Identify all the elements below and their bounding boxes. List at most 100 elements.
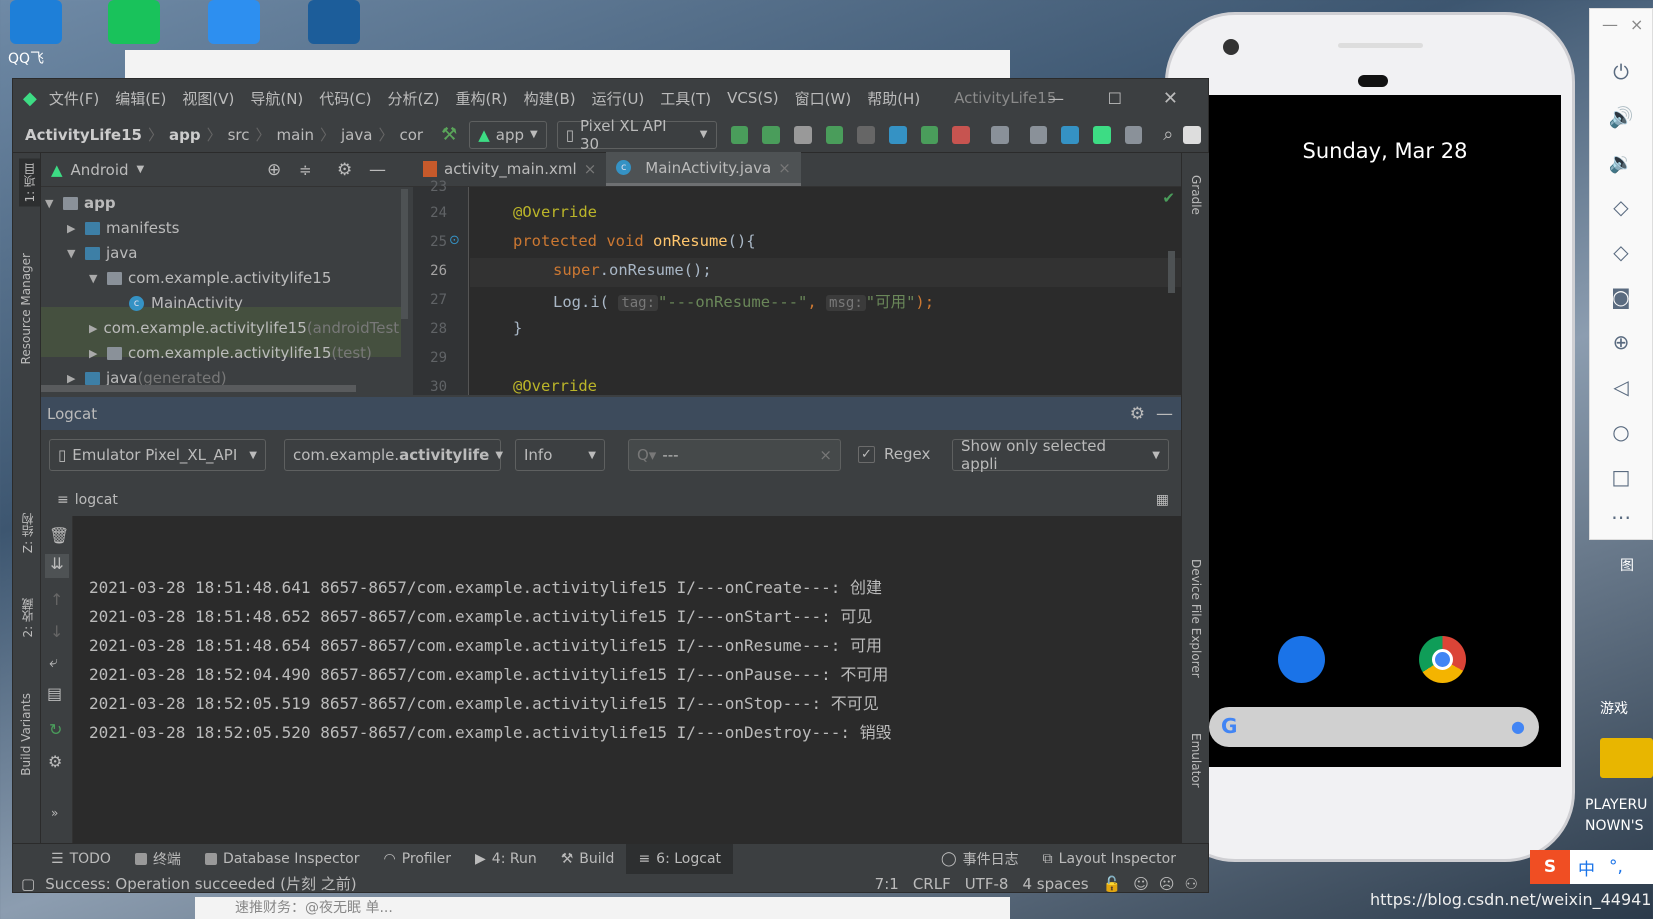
- stripe-gradle[interactable]: Gradle: [1189, 175, 1203, 215]
- trash-icon[interactable]: 🗑: [49, 526, 69, 545]
- minimize-button[interactable]: —: [1602, 15, 1618, 34]
- power-icon[interactable]: ⏻: [1608, 59, 1634, 85]
- indent-setting[interactable]: 4 spaces: [1022, 875, 1088, 893]
- up-icon[interactable]: ↑: [50, 590, 63, 609]
- menu-help[interactable]: 帮助(H): [867, 88, 920, 109]
- pubg-icon[interactable]: [1600, 738, 1653, 778]
- soft-wrap-icon[interactable]: ⤶: [49, 652, 58, 672]
- stripe-device-file-explorer[interactable]: Device File Explorer: [1189, 559, 1203, 678]
- editor-scrollbar[interactable]: [1168, 251, 1175, 293]
- print-icon[interactable]: ▤: [47, 684, 62, 703]
- sdk-manager-icon[interactable]: [1061, 125, 1079, 144]
- tree-item-package-androidtest[interactable]: ▶ com.example.activitylife15 (androidTest…: [89, 316, 399, 340]
- menu-window[interactable]: 窗口(W): [795, 88, 852, 109]
- breadcrumb-java[interactable]: java: [341, 126, 372, 144]
- project-view-select[interactable]: Android: [71, 161, 129, 179]
- menu-view[interactable]: 视图(V): [182, 88, 234, 109]
- line-separator[interactable]: CRLF: [913, 875, 951, 893]
- close-button[interactable]: ×: [1630, 15, 1643, 34]
- ime-mode[interactable]: 中: [1578, 855, 1595, 880]
- user-icon[interactable]: [1183, 125, 1201, 144]
- resource-icon[interactable]: [1124, 125, 1143, 144]
- menu-edit[interactable]: 编辑(E): [115, 88, 166, 109]
- sync-icon[interactable]: [793, 125, 812, 144]
- restart-icon[interactable]: ↻: [49, 720, 62, 739]
- tool-event-log[interactable]: ◯ 事件日志: [929, 844, 1031, 874]
- tree-item-app[interactable]: ▼ app: [45, 191, 116, 215]
- inspector-icon[interactable]: ⚇: [1185, 875, 1198, 893]
- clear-icon[interactable]: ×: [819, 446, 832, 464]
- collapse-all-icon[interactable]: ≑: [299, 161, 312, 179]
- gear-icon[interactable]: ⚙: [48, 752, 62, 771]
- close-button[interactable]: ✕: [1163, 88, 1178, 109]
- breadcrumb-project[interactable]: ActivityLife15: [25, 126, 142, 144]
- logcat-tab[interactable]: ≡ logcat ▦: [41, 483, 1181, 516]
- desktop-icon-app[interactable]: [208, 0, 260, 44]
- breadcrumb-main[interactable]: main: [277, 126, 314, 144]
- camera-icon[interactable]: ◙: [1608, 284, 1634, 310]
- project-structure-icon[interactable]: [990, 125, 1009, 144]
- rotate-right-icon[interactable]: ◇: [1608, 239, 1634, 265]
- happy-face-icon[interactable]: ☺: [1133, 875, 1149, 893]
- gear-icon[interactable]: ⚙: [337, 160, 352, 180]
- stripe-resource-manager[interactable]: Resource Manager: [19, 253, 33, 364]
- attach-debugger-icon[interactable]: [857, 125, 875, 144]
- menu-build[interactable]: 构建(B): [524, 88, 576, 109]
- google-search-bar[interactable]: G ●: [1209, 707, 1539, 747]
- menu-vcs[interactable]: VCS(S): [727, 89, 778, 107]
- stripe-build-variants[interactable]: Build Variants: [19, 693, 33, 776]
- menu-run[interactable]: 运行(U): [592, 88, 645, 109]
- close-tab-icon[interactable]: ×: [778, 159, 791, 177]
- volume-up-icon[interactable]: 🔊: [1608, 104, 1634, 130]
- device-select[interactable]: ▯ Pixel XL API 30 ▼: [556, 117, 717, 153]
- menu-code[interactable]: 代码(C): [319, 88, 371, 109]
- menu-analyze[interactable]: 分析(Z): [387, 88, 439, 109]
- stop-icon[interactable]: [952, 125, 970, 144]
- search-icon[interactable]: ⌕: [1163, 124, 1173, 145]
- more-icon[interactable]: ⋯: [1608, 504, 1634, 530]
- debug-icon[interactable]: [825, 125, 844, 144]
- tool-layout-inspector[interactable]: ⧉ Layout Inspector: [1031, 844, 1188, 874]
- tree-item-manifests[interactable]: ▶ manifests: [67, 216, 180, 240]
- menu-navigate[interactable]: 导航(N): [250, 88, 303, 109]
- tree-item-package[interactable]: ▼ com.example.activitylife15: [89, 266, 331, 290]
- menu-file[interactable]: 文件(F): [49, 88, 99, 109]
- assistant-icon[interactable]: ●: [1511, 717, 1525, 736]
- overview-icon[interactable]: □: [1608, 464, 1634, 490]
- back-icon[interactable]: ◁: [1608, 374, 1634, 400]
- tool-run[interactable]: ▶ 4: Run: [463, 844, 549, 874]
- package-select[interactable]: com.example.activitylife ▼: [284, 439, 503, 471]
- desktop-icon-qq[interactable]: [10, 0, 62, 44]
- logcat-search-input[interactable]: Q▾ --- ×: [628, 439, 841, 471]
- override-marker-icon[interactable]: ⊙: [449, 233, 460, 248]
- log-level-select[interactable]: Info ▼: [515, 439, 605, 471]
- tree-item-mainactivity[interactable]: c MainActivity: [129, 291, 243, 315]
- sad-face-icon[interactable]: ☹: [1159, 875, 1175, 893]
- stripe-structure[interactable]: Z: 结构: [19, 513, 36, 553]
- volume-down-icon[interactable]: 🔉: [1608, 149, 1634, 175]
- tab-mainactivity-java[interactable]: c MainActivity.java ×: [606, 152, 801, 186]
- file-encoding[interactable]: UTF-8: [965, 875, 1009, 893]
- vertical-scrollbar[interactable]: [401, 189, 408, 319]
- tool-todo[interactable]: ☰ TODO: [39, 844, 123, 874]
- tree-item-java[interactable]: ▼ java: [67, 241, 137, 265]
- desktop-icon-app2[interactable]: [308, 0, 360, 44]
- regex-checkbox[interactable]: ✓: [858, 446, 875, 463]
- device-manager-icon[interactable]: [1092, 125, 1111, 144]
- stripe-favorites[interactable]: 2: 收藏: [19, 598, 36, 638]
- tool-profiler[interactable]: ◠ Profiler: [372, 844, 464, 874]
- gear-icon[interactable]: ⚙: [1130, 404, 1145, 424]
- bug-icon[interactable]: [920, 125, 939, 144]
- hammer-icon[interactable]: ⚒: [441, 124, 457, 145]
- layout-icon[interactable]: ▦: [1156, 492, 1169, 508]
- locate-icon[interactable]: ⊕: [267, 160, 281, 180]
- tree-item-package-test[interactable]: ▶ com.example.activitylife15 (test): [89, 341, 372, 365]
- horizontal-scrollbar[interactable]: [41, 385, 356, 392]
- scroll-to-end-icon[interactable]: ⇊: [45, 554, 69, 578]
- close-tab-icon[interactable]: ×: [584, 160, 597, 178]
- rotate-left-icon[interactable]: ◇: [1608, 194, 1634, 220]
- profile-icon[interactable]: [888, 125, 907, 144]
- apply-changes-icon[interactable]: [730, 125, 749, 144]
- device-select[interactable]: ▯ Emulator Pixel_XL_API ▼: [49, 439, 266, 471]
- tool-database-inspector[interactable]: Database Inspector: [193, 844, 372, 874]
